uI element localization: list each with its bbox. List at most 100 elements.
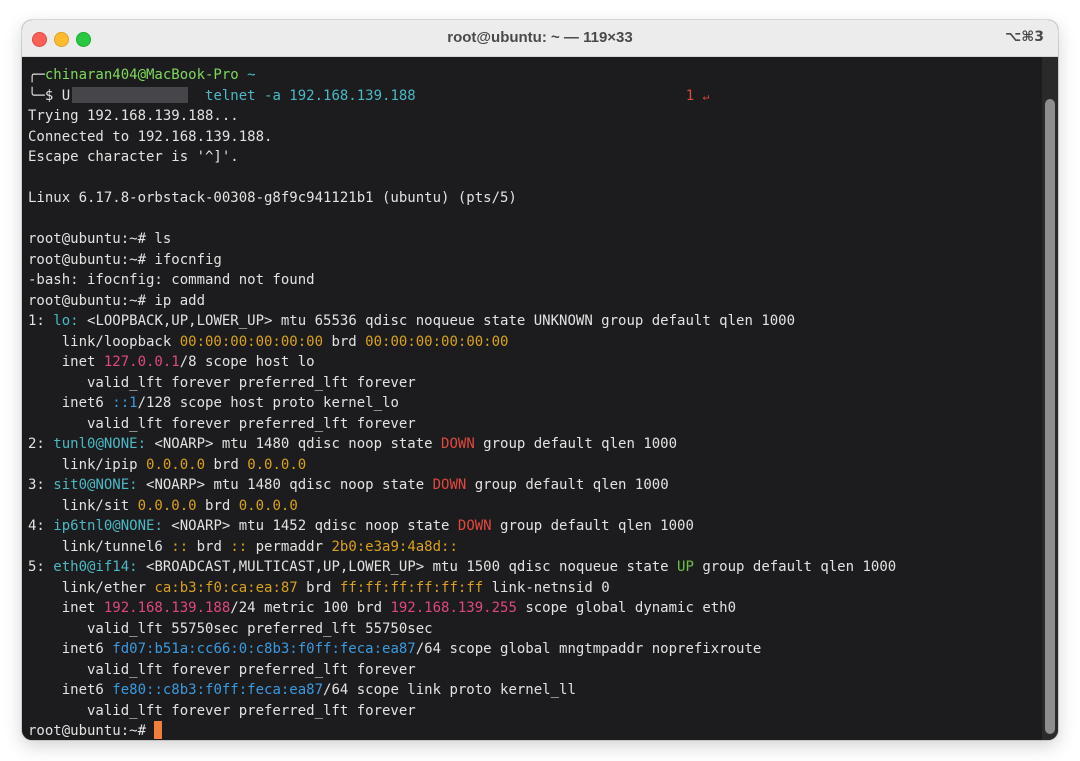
title-bar[interactable]: root@ubuntu: ~ — 119×33 ⌥⌘3 xyxy=(22,20,1058,57)
annotation-number: 1 xyxy=(685,87,695,104)
terminal-text-segment: <NOARP> mtu 1452 qdisc noop state xyxy=(162,518,458,534)
scrollbar-thumb[interactable] xyxy=(1045,99,1055,734)
terminal-text-segment: inet6 xyxy=(28,395,113,411)
terminal-window: root@ubuntu: ~ — 119×33 ⌥⌘3 ╭─chinaran40… xyxy=(22,20,1058,740)
terminal-text-segment: lo: xyxy=(53,313,79,329)
terminal-text-segment: link/ether xyxy=(28,579,155,596)
terminal-text-segment: valid_lft forever preferred_lft forever xyxy=(28,374,416,391)
vertical-scrollbar[interactable] xyxy=(1042,57,1058,740)
terminal-text-segment: 3: xyxy=(28,477,54,493)
terminal-text-segment: root@ubuntu:~# ls xyxy=(28,231,172,247)
terminal-text-segment: <BROADCAST,MULTICAST,UP,LOWER_UP> mtu 15… xyxy=(137,559,678,575)
terminal-text-segment: ca:b3:f0:ca:ea:87 xyxy=(154,579,298,596)
terminal-text-segment: valid_lft forever preferred_lft forever xyxy=(28,702,416,719)
terminal-text-segment: eth0@if14: xyxy=(53,559,138,575)
terminal-text-segment: root@ubuntu:~# ip add xyxy=(28,292,206,309)
terminal-text-segment: <LOOPBACK,UP,LOWER_UP> mtu 65536 qdisc n… xyxy=(78,313,796,329)
terminal-text-segment: brd xyxy=(188,538,231,555)
terminal-text-segment: permaddr xyxy=(247,538,332,555)
terminal-text-segment: group default qlen 1000 xyxy=(491,518,694,534)
terminal-text-segment: /8 scope host lo xyxy=(179,354,315,370)
terminal-text-segment: link/tunnel6 xyxy=(28,538,172,555)
terminal-text-segment: Escape character is '^]'. xyxy=(28,149,239,165)
terminal-text-segment: /64 scope global mngtmpaddr noprefixrout… xyxy=(415,641,762,657)
terminal-text-segment: DOWN xyxy=(457,518,492,534)
text-cursor xyxy=(154,721,163,739)
terminal-output[interactable]: ╭─chinaran404@MacBook-Pro ~ ╰─$ U telnet… xyxy=(22,57,1042,740)
prompt-corner: ╭─ xyxy=(28,67,45,83)
terminal-text-segment: link-netnsid 0 xyxy=(483,579,610,596)
terminal-text-segment: /128 scope host proto kernel_lo xyxy=(137,395,399,411)
terminal-line: Linux 6.17.8-orbstack-00308-g8f9c941121b… xyxy=(28,188,1042,209)
terminal-text-segment: /64 scope link proto kernel_ll xyxy=(323,682,576,698)
terminal-text-segment: DOWN xyxy=(432,477,467,493)
terminal-text-segment: valid_lft forever preferred_lft forever xyxy=(28,661,416,678)
terminal-line: inet6 fd07:b51a:cc66:0:c8b3:f0ff:feca:ea… xyxy=(28,639,1042,660)
terminal-line: 3: sit0@NONE: <NOARP> mtu 1480 qdisc noo… xyxy=(28,475,1042,496)
terminal-line: valid_lft forever preferred_lft forever xyxy=(28,701,1042,722)
command-line: ╰─$ U telnet -a 192.168.139.188 1 ↵ xyxy=(28,86,1042,107)
terminal-line: valid_lft 55750sec preferred_lft 55750se… xyxy=(28,619,1042,640)
terminal-text-segment: 0.0.0.0 xyxy=(137,497,197,514)
terminal-text-segment: valid_lft forever preferred_lft forever xyxy=(28,415,416,432)
terminal-line: link/ipip 0.0.0.0 brd 0.0.0.0 xyxy=(28,455,1042,476)
terminal-text-segment: root@ubuntu:~# ifocnfig xyxy=(28,251,222,268)
terminal-text-segment: /24 metric 100 brd xyxy=(230,600,391,616)
terminal-text-segment: ff:ff:ff:ff:ff:ff xyxy=(339,579,484,596)
terminal-line: inet6 ::1/128 scope host proto kernel_lo xyxy=(28,393,1042,414)
window-shortcut-label: ⌥⌘3 xyxy=(1005,29,1044,45)
terminal-line: valid_lft forever preferred_lft forever xyxy=(28,373,1042,394)
final-prompt-line: root@ubuntu:~# xyxy=(28,721,1042,740)
terminal-text-segment: -bash: ifocnfig: command not found xyxy=(28,272,315,288)
terminal-text-segment: 0.0.0.0 xyxy=(238,497,298,514)
terminal-text-segment: <NOARP> mtu 1480 qdisc noop state xyxy=(137,477,433,493)
output-lines: Trying 192.168.139.188... Connected to 19… xyxy=(28,106,1042,721)
terminal-line: -bash: ifocnfig: command not found xyxy=(28,270,1042,291)
terminal-text-segment: 2: xyxy=(28,436,54,452)
terminal-line: inet 192.168.139.188/24 metric 100 brd 1… xyxy=(28,598,1042,619)
terminal-line: inet 127.0.0.1/8 scope host lo xyxy=(28,352,1042,373)
terminal-text-segment: DOWN xyxy=(441,436,475,452)
terminal-text-segment: tunl0@NONE: xyxy=(53,436,147,452)
terminal-text-segment: brd xyxy=(297,579,340,596)
terminal-line: link/loopback 00:00:00:00:00:00 brd 00:0… xyxy=(28,332,1042,353)
window-title: root@ubuntu: ~ — 119×33 xyxy=(447,29,633,46)
terminal-text-segment: scope global dynamic eth0 xyxy=(516,600,737,616)
terminal-line: 4: ip6tnl0@NONE: <NOARP> mtu 1452 qdisc … xyxy=(28,516,1042,537)
terminal-text-segment: 00:00:00:00:00:00 xyxy=(179,333,324,350)
final-prompt: root@ubuntu:~# xyxy=(28,723,155,739)
return-arrow-icon: ↵ xyxy=(702,89,710,103)
cmd-prompt: ╰─$ xyxy=(28,87,62,104)
terminal-text-segment: 0.0.0.0 xyxy=(146,456,206,473)
terminal-line: root@ubuntu:~# ip add xyxy=(28,291,1042,312)
terminal-text-segment: 0.0.0.0 xyxy=(247,456,307,473)
host-prompt-user: chinaran404@MacBook-Pro xyxy=(44,67,239,83)
terminal-text-segment: valid_lft 55750sec preferred_lft 55750se… xyxy=(28,620,433,637)
cmd-first-char: U xyxy=(61,87,71,104)
terminal-line: valid_lft forever preferred_lft forever xyxy=(28,660,1042,681)
terminal-text-segment: group default qlen 1000 xyxy=(474,436,678,452)
terminal-text-segment: inet6 xyxy=(28,682,113,698)
terminal-text-segment: sit0@NONE: xyxy=(53,477,138,493)
terminal-text-segment: 2b0:e3a9:4a8d:: xyxy=(331,538,458,555)
terminal-text-segment: 1: xyxy=(28,313,54,329)
terminal-text-segment: brd xyxy=(205,456,248,473)
terminal-text-segment: 00:00:00:00:00:00 xyxy=(365,333,509,350)
terminal-text-segment: fe80::c8b3:f0ff:feca:ea87 xyxy=(112,682,324,698)
terminal-text-segment: ip6tnl0@NONE: xyxy=(53,518,163,534)
terminal-text-segment: link/sit xyxy=(28,497,138,514)
terminal-line: root@ubuntu:~# ifocnfig xyxy=(28,250,1042,271)
terminal-text-segment: 4: xyxy=(28,518,54,534)
terminal-line: root@ubuntu:~# ls xyxy=(28,229,1042,250)
terminal-text-segment: group default qlen 1000 xyxy=(693,559,897,575)
redacted-block xyxy=(72,86,189,103)
terminal-text-segment: <NOARP> mtu 1480 qdisc noop state xyxy=(146,436,442,452)
terminal-line: Escape character is '^]'. xyxy=(28,147,1042,168)
terminal-text-segment: UP xyxy=(677,559,694,575)
terminal-text-segment: inet6 xyxy=(28,641,113,657)
terminal-text-segment: brd xyxy=(323,333,366,350)
terminal-line: 1: lo: <LOOPBACK,UP,LOWER_UP> mtu 65536 … xyxy=(28,311,1042,332)
terminal-text-segment: Connected to 192.168.139.188. xyxy=(28,128,273,145)
